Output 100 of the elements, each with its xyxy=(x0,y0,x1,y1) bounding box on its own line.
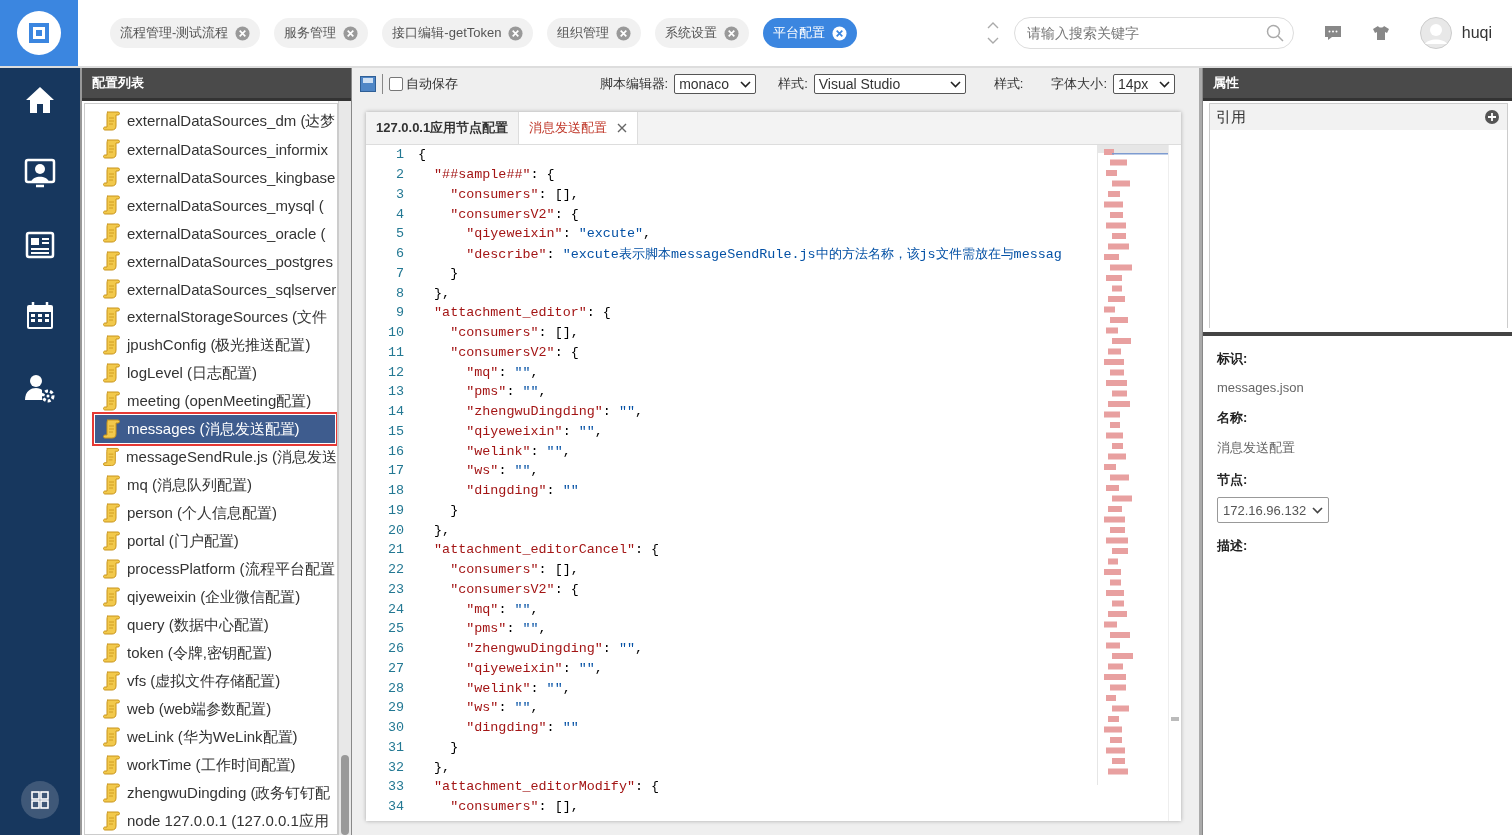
config-item[interactable]: logLevel (日志配置) xyxy=(85,359,337,387)
scroll-icon xyxy=(103,223,121,243)
scroll-icon xyxy=(103,531,121,551)
close-icon[interactable] xyxy=(508,25,524,41)
scroll-icon xyxy=(103,335,121,355)
user-name[interactable]: huqi xyxy=(1461,24,1492,42)
config-item[interactable]: externalDataSources_postgres xyxy=(85,247,337,275)
home-icon[interactable] xyxy=(24,84,56,116)
editor-select[interactable]: monaco xyxy=(674,74,757,94)
code-line: "consumers": [], xyxy=(449,186,579,202)
code-line: }, xyxy=(433,522,451,538)
caret-icon xyxy=(1312,506,1323,514)
close-icon[interactable] xyxy=(832,25,848,41)
code-line: "dingding": "" xyxy=(465,720,579,736)
scroll-icon xyxy=(103,195,121,215)
close-icon[interactable] xyxy=(617,123,628,133)
config-item[interactable]: person (个人信息配置) xyxy=(85,499,337,527)
autosave-checkbox[interactable]: 自动保存 xyxy=(389,75,458,93)
page-tab[interactable]: 服务管理 xyxy=(274,18,369,48)
page-tab[interactable]: 流程管理-测试流程 xyxy=(110,18,261,48)
line-number: 21 xyxy=(386,542,405,558)
config-item[interactable]: externalDataSources_dm (达梦 xyxy=(85,107,337,135)
line-number: 4 xyxy=(394,206,405,222)
editor-tab[interactable]: 消息发送配置 xyxy=(518,112,639,144)
scroll-icon xyxy=(103,755,121,775)
search-field[interactable]: 请输入搜索关键字 xyxy=(1013,17,1294,49)
close-icon[interactable] xyxy=(616,25,632,41)
config-item[interactable]: meeting (openMeeting配置) xyxy=(85,387,337,415)
scroll-icon xyxy=(103,307,121,327)
node-select[interactable]: 172.16.96.132 xyxy=(1217,497,1329,523)
close-icon[interactable] xyxy=(343,25,359,41)
config-item[interactable]: processPlatform (流程平台配置 xyxy=(85,555,337,583)
config-item[interactable]: query (数据中心配置) xyxy=(85,611,337,639)
scroll-icon xyxy=(103,363,121,383)
config-item[interactable]: messages (消息发送配置) xyxy=(95,415,335,443)
code-line: }, xyxy=(433,285,451,301)
line-number: 6 xyxy=(394,246,405,262)
font-size-select[interactable]: 14px xyxy=(1113,74,1175,94)
close-icon[interactable] xyxy=(235,25,251,41)
logo-icon xyxy=(16,10,62,56)
search-icon[interactable] xyxy=(1265,24,1284,42)
news-icon[interactable] xyxy=(25,230,55,260)
config-item[interactable]: messageSendRule.js (消息发送 xyxy=(85,443,337,471)
field-label: 样式: xyxy=(778,75,808,93)
editor-tab[interactable]: 127.0.0.1应用节点配置 xyxy=(366,112,519,144)
config-item[interactable]: externalStorageSources (文件 xyxy=(85,303,337,331)
line-number: 3 xyxy=(394,186,405,202)
scrollbar-thumb[interactable] xyxy=(1171,717,1179,721)
config-item[interactable]: mq (消息队列配置) xyxy=(85,471,337,499)
config-item[interactable]: weLink (华为WeLink配置) xyxy=(85,723,337,751)
save-icon[interactable] xyxy=(360,76,376,92)
line-number: 20 xyxy=(386,522,405,538)
minimap-drawing[interactable] xyxy=(1097,145,1168,785)
page-tab[interactable]: 接口编辑-getToken xyxy=(382,18,534,48)
user-settings-icon[interactable] xyxy=(24,372,56,404)
user-board-icon[interactable] xyxy=(24,157,56,189)
line-number: 12 xyxy=(386,364,405,380)
page-tab[interactable]: 组织管理 xyxy=(547,18,642,48)
config-item[interactable]: externalDataSources_mysql ( xyxy=(85,191,337,219)
config-item[interactable]: portal (门户配置) xyxy=(85,527,337,555)
config-item[interactable]: vfs (虚拟文件存储配置) xyxy=(85,667,337,695)
config-item[interactable]: externalDataSources_oracle ( xyxy=(85,219,337,247)
scrollbar-thumb[interactable] xyxy=(341,755,349,835)
style-select[interactable]: Visual Studio xyxy=(813,74,966,94)
apps-icon[interactable] xyxy=(21,781,59,819)
scroll-icon xyxy=(103,503,121,523)
config-item[interactable]: qiyeweixin (企业微信配置) xyxy=(85,583,337,611)
page-tab[interactable]: 系统设置 xyxy=(655,18,750,48)
code-line: "consumersV2": { xyxy=(449,206,579,222)
code-line: "attachment_editorModify": { xyxy=(433,779,660,795)
field-label: 样式: xyxy=(993,75,1024,93)
line-number: 28 xyxy=(386,680,405,696)
scroll-icon xyxy=(103,167,121,187)
chat-icon[interactable] xyxy=(1323,25,1342,41)
config-item[interactable]: workTime (工作时间配置) xyxy=(85,751,337,779)
field-value: 消息发送配置 xyxy=(1217,439,1296,457)
line-number: 9 xyxy=(394,305,405,321)
scroll-icon xyxy=(103,139,121,159)
config-item[interactable]: externalDataSources_sqlserver xyxy=(85,275,337,303)
scroll-icon xyxy=(103,475,121,495)
page-tab[interactable]: 平台配置 xyxy=(763,18,858,48)
config-item[interactable]: token (令牌,密钥配置) xyxy=(85,639,337,667)
field-label: 节点: xyxy=(1217,471,1249,489)
config-item[interactable]: node 127.0.0.1 (127.0.0.1应用 xyxy=(85,807,337,834)
line-number: 25 xyxy=(386,621,405,637)
config-item[interactable]: externalDataSources_informix xyxy=(85,135,337,163)
scroll-icon xyxy=(103,783,121,803)
code-line: "attachment_editorCancel": { xyxy=(433,542,660,558)
code-line: "mq": "", xyxy=(465,601,539,617)
code-line: "pms": "", xyxy=(465,621,547,637)
shirt-icon[interactable] xyxy=(1371,25,1390,41)
calendar-icon[interactable] xyxy=(25,301,55,331)
line-number: 23 xyxy=(386,581,405,597)
config-item[interactable]: zhengwuDingding (政务钉钉配 xyxy=(85,779,337,807)
config-item[interactable]: externalDataSources_kingbase xyxy=(85,163,337,191)
config-item[interactable]: web (web端参数配置) xyxy=(85,695,337,723)
add-icon[interactable] xyxy=(1485,110,1499,124)
scroll-icon xyxy=(103,279,121,299)
config-item[interactable]: jpushConfig (极光推送配置) xyxy=(85,331,337,359)
close-icon[interactable] xyxy=(724,25,740,41)
